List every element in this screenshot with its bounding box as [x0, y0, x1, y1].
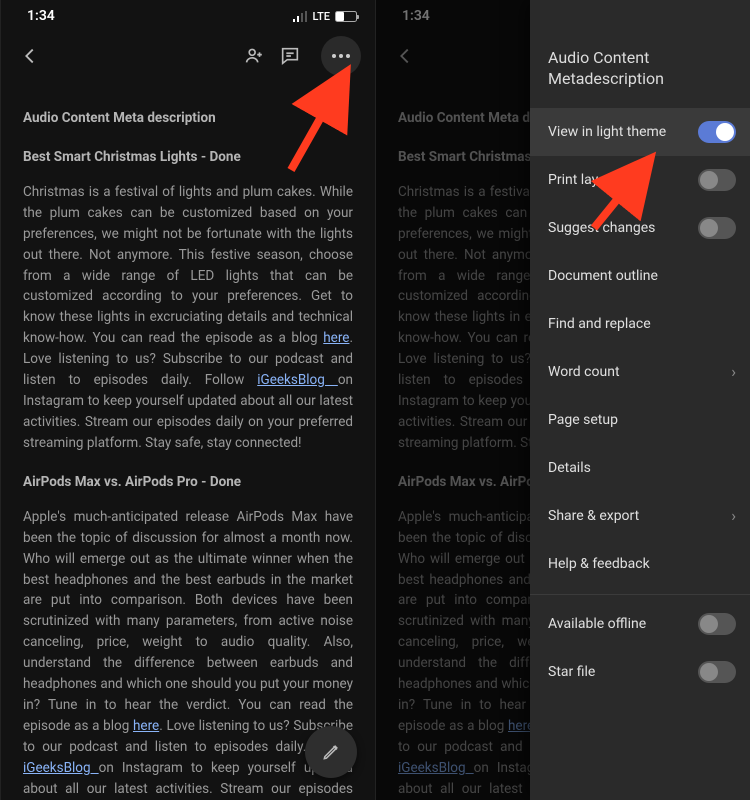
- document-body[interactable]: Audio Content Meta description Best Smar…: [1, 84, 375, 800]
- status-time: 1:34: [27, 8, 55, 24]
- toggle-suggest-changes[interactable]: [698, 217, 736, 239]
- section-heading: Best Smart Christmas Lights - Done: [23, 147, 353, 168]
- back-icon[interactable]: [394, 45, 416, 67]
- menu-word-count[interactable]: Word count ›: [530, 348, 750, 396]
- chevron-right-icon: ›: [731, 362, 736, 381]
- comment-icon[interactable]: [279, 45, 301, 67]
- blog-link[interactable]: here: [133, 718, 159, 734]
- phone-right: 1:34 LTE Audio Content Meta description …: [375, 0, 750, 800]
- menu-view-light-theme[interactable]: View in light theme: [530, 108, 750, 156]
- section-paragraph: Apple's much-anticipated release AirPods…: [23, 507, 353, 800]
- toggle-available-offline[interactable]: [698, 613, 736, 635]
- pencil-icon: [321, 742, 341, 762]
- menu-details[interactable]: Details: [530, 444, 750, 492]
- menu-star-file[interactable]: Star file: [530, 648, 750, 696]
- edit-fab[interactable]: [305, 726, 357, 778]
- toggle-print-layout[interactable]: [698, 169, 736, 191]
- battery-icon: [335, 11, 357, 22]
- sheet-title: Audio Content Metadescription: [530, 40, 750, 108]
- menu-suggest-changes[interactable]: Suggest changes: [530, 204, 750, 252]
- blog-link[interactable]: here: [323, 330, 349, 346]
- doc-title: Audio Content Meta description: [23, 108, 353, 129]
- more-icon: [332, 54, 350, 58]
- menu-page-setup[interactable]: Page setup: [530, 396, 750, 444]
- network-label: LTE: [312, 10, 330, 23]
- menu-share-export[interactable]: Share & export ›: [530, 492, 750, 540]
- signal-icon: [293, 11, 308, 22]
- overflow-menu: Audio Content Metadescription View in li…: [530, 0, 750, 800]
- igeeksblog-link[interactable]: iGeeksBlog: [257, 372, 338, 388]
- section-heading: AirPods Max vs. AirPods Pro - Done: [23, 472, 353, 493]
- igeeksblog-link[interactable]: iGeeksBlog: [23, 760, 99, 776]
- back-icon[interactable]: [19, 45, 41, 67]
- status-bar: 1:34 LTE: [1, 0, 375, 28]
- phone-left: 1:34 LTE Audio: [0, 0, 375, 800]
- toggle-light-theme[interactable]: [698, 121, 736, 143]
- status-right: LTE: [293, 10, 357, 23]
- add-person-icon[interactable]: [243, 45, 265, 67]
- menu-print-layout[interactable]: Print layout: [530, 156, 750, 204]
- status-time: 1:34: [402, 8, 430, 24]
- section-paragraph: Christmas is a festival of lights and pl…: [23, 182, 353, 454]
- toolbar: [1, 28, 375, 84]
- toggle-star-file[interactable]: [698, 661, 736, 683]
- chevron-right-icon: ›: [731, 506, 736, 525]
- menu-find-replace[interactable]: Find and replace: [530, 300, 750, 348]
- more-button[interactable]: [321, 36, 361, 76]
- menu-document-outline[interactable]: Document outline: [530, 252, 750, 300]
- menu-help-feedback[interactable]: Help & feedback: [530, 540, 750, 588]
- menu-available-offline[interactable]: Available offline: [530, 594, 750, 648]
